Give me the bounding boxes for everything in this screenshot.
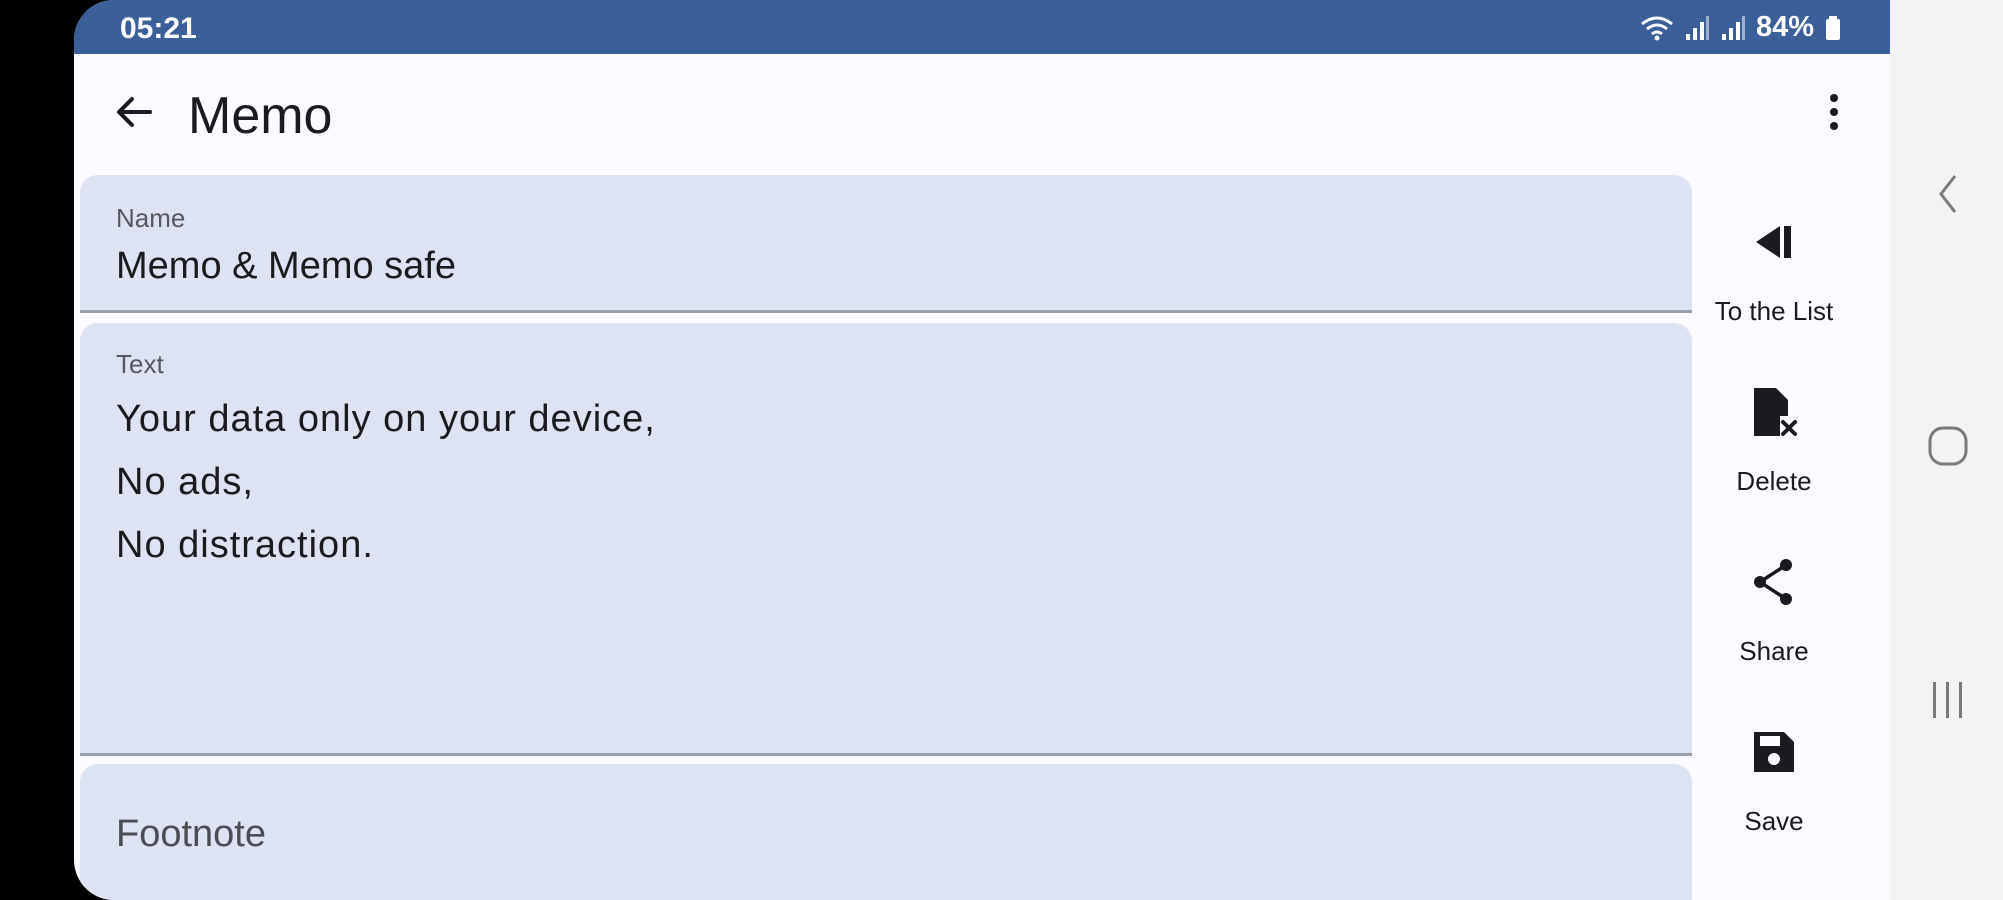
share-icon bbox=[1744, 552, 1804, 612]
more-options-button[interactable] bbox=[1806, 84, 1862, 144]
recents-nav-button[interactable] bbox=[1918, 672, 1978, 732]
to-the-list-label: To the List bbox=[1714, 296, 1834, 326]
system-navigation-bar bbox=[1890, 0, 2003, 900]
save-icon bbox=[1744, 722, 1804, 782]
back-nav-button[interactable] bbox=[1918, 166, 1978, 226]
name-field-label: Name bbox=[116, 203, 186, 233]
arrow-back-icon bbox=[112, 90, 156, 139]
signal-icon bbox=[1684, 14, 1710, 42]
delete-file-icon bbox=[1744, 382, 1804, 442]
text-line: No ads, bbox=[116, 461, 254, 503]
app-screen: 05:21 84% Memo Name Memo & Memo safe Tex… bbox=[74, 0, 1890, 900]
status-time: 05:21 bbox=[120, 12, 197, 45]
text-line: No distraction. bbox=[116, 524, 374, 566]
text-field[interactable]: Text Your data only on your device, No a… bbox=[80, 323, 1692, 756]
share-button[interactable]: Share bbox=[1708, 552, 1840, 702]
delete-button[interactable]: Delete bbox=[1708, 382, 1840, 532]
home-nav-icon bbox=[1926, 424, 1970, 473]
status-icons: 84% bbox=[1640, 11, 1842, 44]
battery-icon bbox=[1824, 14, 1842, 42]
status-bar: 05:21 84% bbox=[74, 0, 1890, 54]
back-button[interactable] bbox=[104, 84, 164, 144]
more-vert-icon bbox=[1828, 92, 1840, 137]
page-title: Memo bbox=[188, 87, 333, 145]
name-field-value: Memo & Memo safe bbox=[116, 245, 456, 287]
home-nav-button[interactable] bbox=[1918, 418, 1978, 478]
battery-percentage: 84% bbox=[1755, 11, 1814, 43]
signal-icon bbox=[1720, 14, 1746, 42]
wifi-icon bbox=[1640, 14, 1674, 42]
app-bar: Memo bbox=[74, 54, 1890, 172]
delete-label: Delete bbox=[1736, 466, 1812, 496]
save-button[interactable]: Save bbox=[1708, 722, 1840, 872]
text-field-label: Text bbox=[116, 349, 164, 379]
share-label: Share bbox=[1739, 636, 1809, 666]
skip-back-icon bbox=[1744, 212, 1804, 272]
name-field[interactable]: Name Memo & Memo safe bbox=[80, 175, 1692, 313]
save-label: Save bbox=[1744, 806, 1804, 836]
footnote-field[interactable]: Footnote bbox=[80, 764, 1692, 900]
footnote-placeholder: Footnote bbox=[116, 813, 266, 855]
text-field-content: Your data only on your device, No ads, N… bbox=[116, 388, 656, 577]
back-nav-icon bbox=[1933, 172, 1963, 221]
to-the-list-button[interactable]: To the List bbox=[1708, 212, 1840, 362]
text-line: Your data only on your device, bbox=[116, 398, 656, 440]
recents-nav-icon bbox=[1928, 678, 1968, 727]
